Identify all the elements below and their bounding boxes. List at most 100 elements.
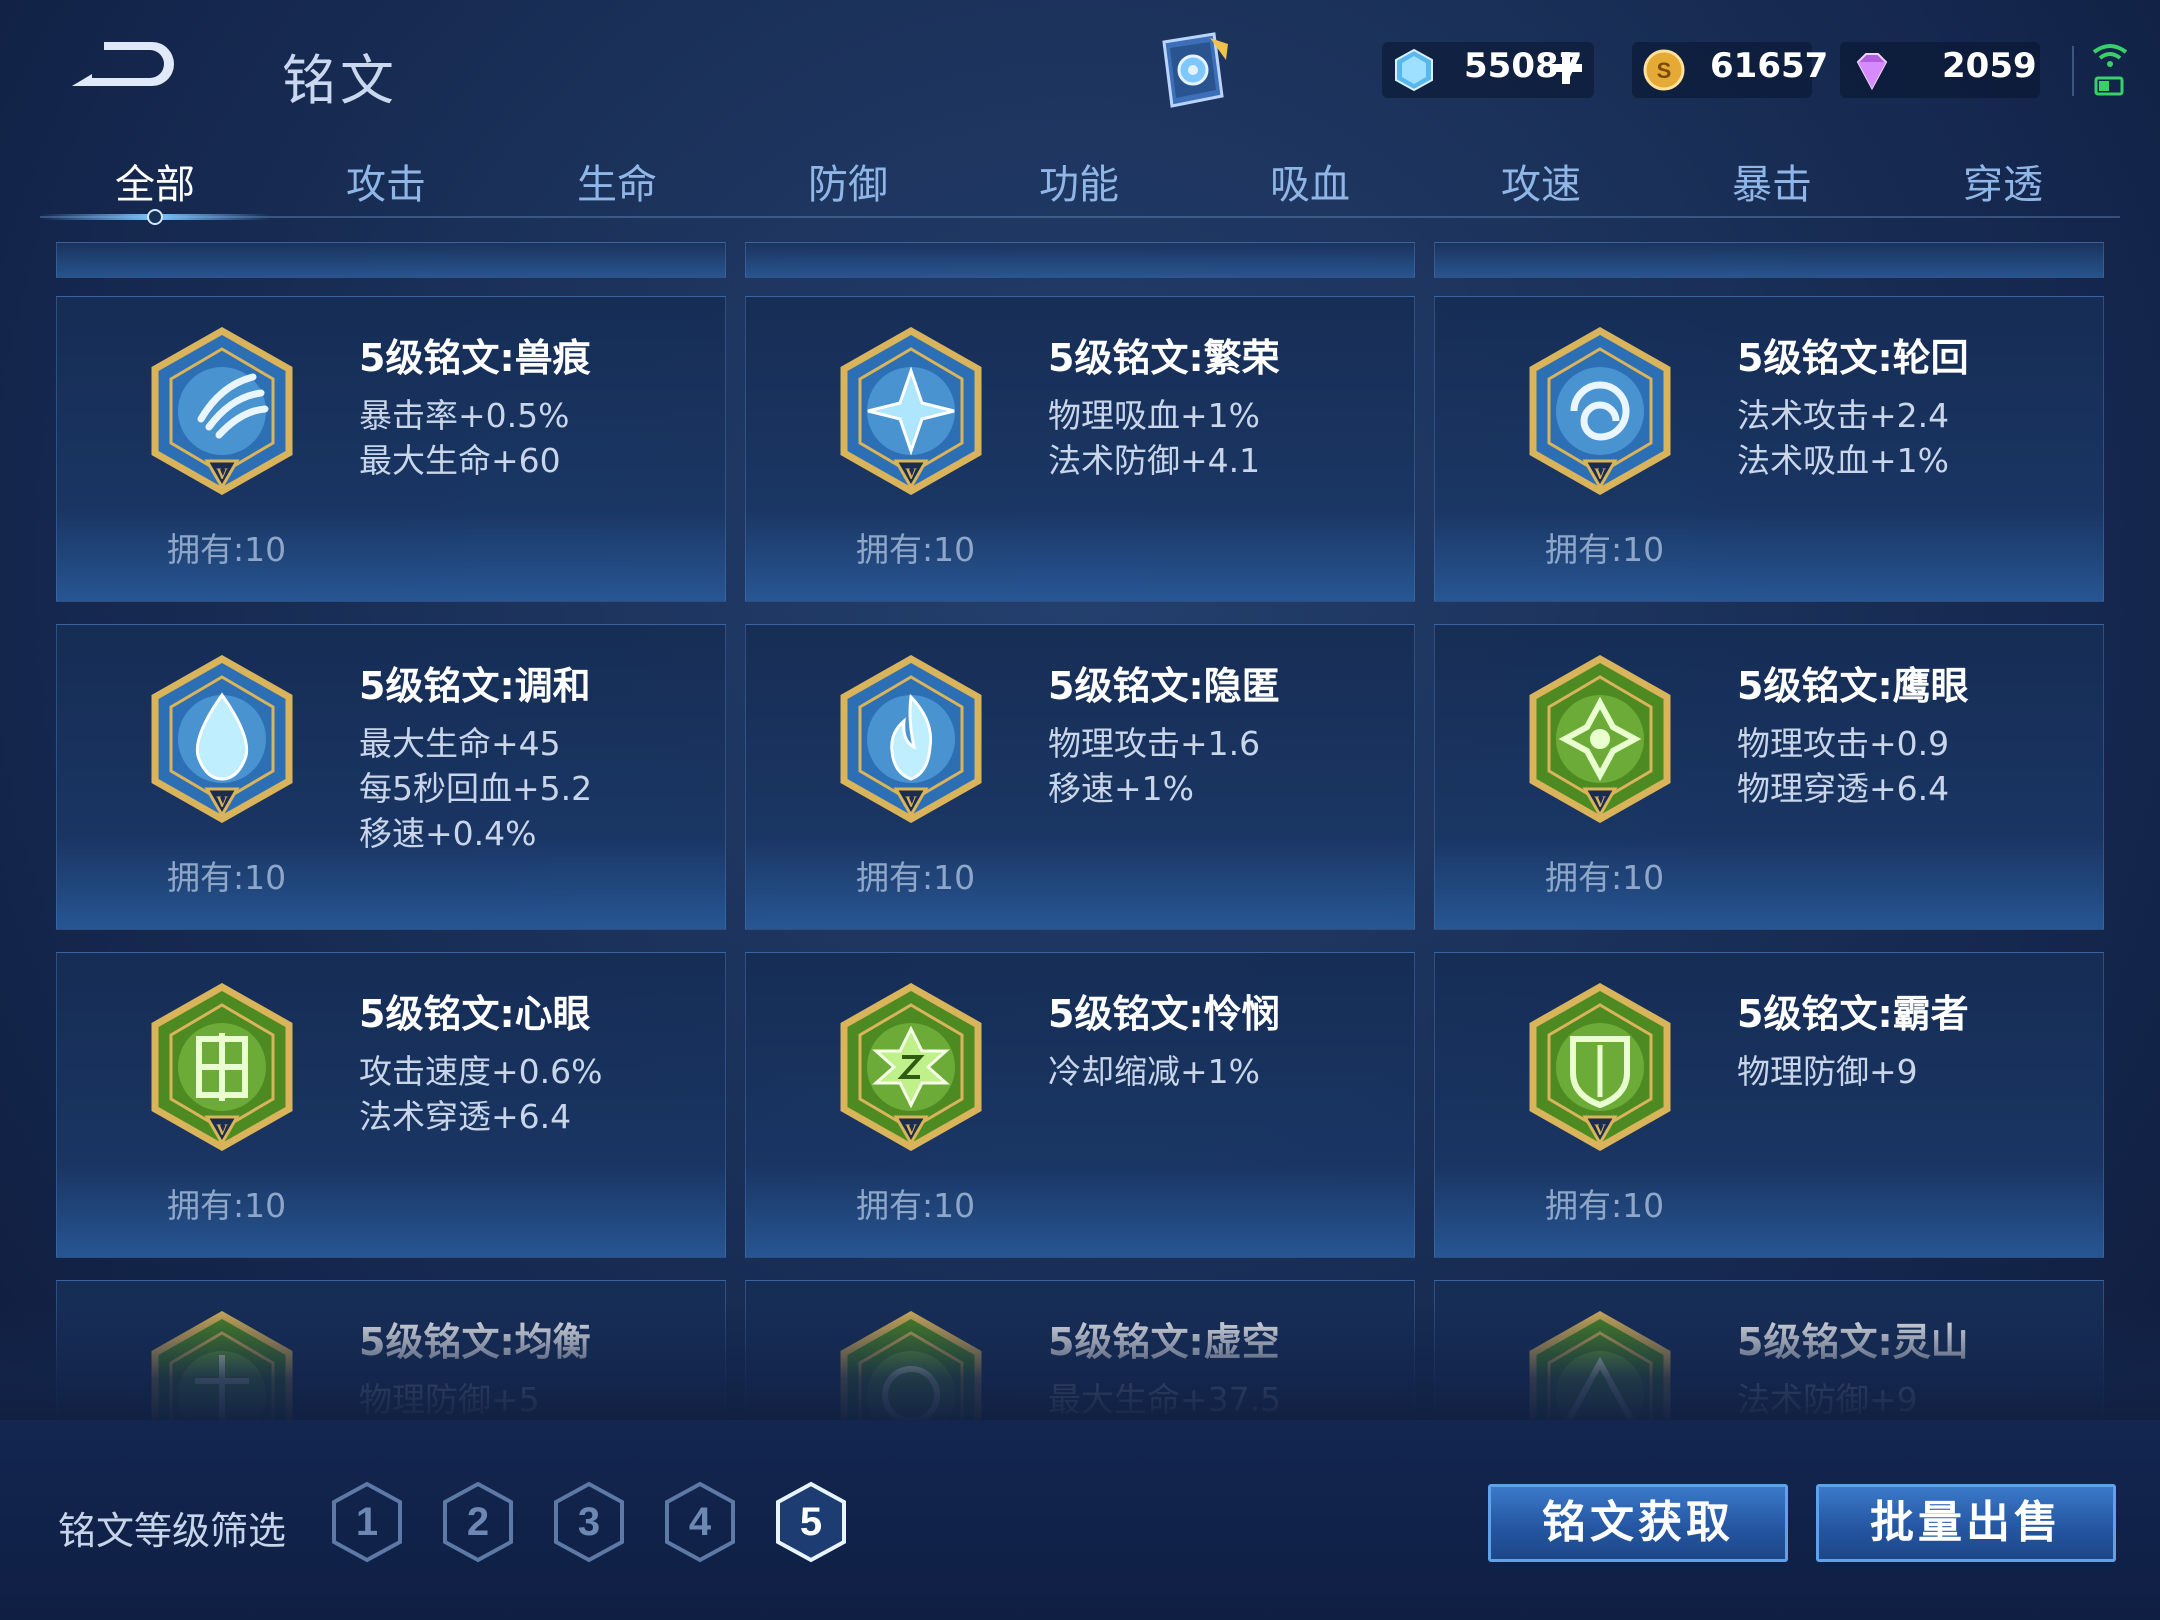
level-filter-4[interactable]: 4 — [663, 1480, 737, 1564]
inscription-attribute: 移速+1% — [1048, 769, 1195, 808]
inscription-card[interactable]: V 5级铭文:虚空最大生命+37.5 — [745, 1280, 1415, 1422]
inscription-name: 5级铭文:兽痕 — [359, 336, 591, 380]
inscription-attribute: 物理防御+9 — [1737, 1052, 1918, 1091]
level-number: 5 — [800, 1500, 822, 1544]
inscription-name: 5级铭文:均衡 — [359, 1320, 591, 1364]
inscription-card[interactable]: V 5级铭文:均衡物理防御+5 — [56, 1280, 726, 1422]
active-tab-dot — [147, 209, 163, 225]
inscription-grid[interactable]: V 5级铭文:兽痕 暴击率+0.5% 最大生命+60 拥有:10 V 5级铭文:繁荣 物理吸血… — [56, 242, 2106, 1422]
category-tabs: 全部 攻击 生命 防御 功能 吸血 攻速 暴击 穿透 — [40, 140, 2120, 225]
inscription-attribute: 移速+0.4% — [359, 814, 537, 853]
inscription-card[interactable]: V 5级铭文:兽痕 暴击率+0.5% 最大生命+60 拥有:10 — [56, 296, 726, 602]
svg-text:V: V — [216, 794, 228, 811]
inscription-attribute: 攻击速度+0.6% — [359, 1052, 603, 1091]
inscription-card[interactable]: V 5级铭文:霸者 物理防御+9 拥有:10 — [1434, 952, 2104, 1258]
mountain-icon: V — [1529, 1311, 1671, 1422]
inscription-card[interactable]: V 5级铭文:鹰眼 物理攻击+0.9 物理穿透+6.4 拥有:10 — [1434, 624, 2104, 930]
inscription-card[interactable]: V 5级铭文:轮回 法术攻击+2.4 法术吸血+1% 拥有:10 — [1434, 296, 2104, 602]
inscription-name: 5级铭文:繁荣 — [1048, 336, 1280, 380]
inscription-card[interactable]: V 5级铭文:繁荣 物理吸血+1% 法术防御+4.1 拥有:10 — [745, 296, 1415, 602]
inscription-name: 5级铭文:调和 — [359, 664, 591, 708]
hexagon-icon: 3 — [554, 1481, 624, 1563]
rune-glyph-icon: V — [151, 983, 293, 1151]
inscription-book-icon[interactable] — [1148, 30, 1234, 112]
partial-card — [1434, 242, 2104, 278]
level-filter-2[interactable]: 2 — [441, 1480, 515, 1564]
back-arrow-icon[interactable] — [66, 34, 178, 94]
level-filter-3[interactable]: 3 — [552, 1480, 626, 1564]
owned-count: 拥有:10 — [856, 858, 976, 897]
level-number: 2 — [467, 1500, 489, 1544]
inscription-name: 5级铭文:鹰眼 — [1737, 664, 1969, 708]
gold-count: 61657 — [1710, 46, 1829, 86]
shield-icon: V — [1529, 983, 1671, 1151]
hexagon-icon: 5 — [776, 1481, 846, 1563]
inscription-card[interactable]: V 5级铭文:调和 最大生命+45 每5秒回血+5.2 移速+0.4% 拥有:10 — [56, 624, 726, 930]
partial-card — [745, 242, 1415, 278]
partial-card — [56, 242, 726, 278]
inscription-attribute: 法术防御+9 — [1737, 1380, 1918, 1419]
divider — [2072, 46, 2074, 96]
inscription-card[interactable]: V 5级铭文:怜悯 冷却缩减+1% 拥有:10 — [745, 952, 1415, 1258]
tab-utility[interactable]: 功能 — [964, 152, 1194, 210]
inscription-attribute: 暴击率+0.5% — [359, 396, 570, 435]
tab-attack[interactable]: 攻击 — [271, 152, 501, 210]
inscription-card[interactable]: V 5级铭文:隐匿 物理攻击+1.6 移速+1% 拥有:10 — [745, 624, 1415, 930]
svg-text:V: V — [216, 466, 228, 483]
currency-gem: 2059 — [1840, 42, 2040, 98]
top-bar: 铭文 55087 S 61657 2059 — [0, 0, 2160, 140]
svg-text:V: V — [216, 1122, 228, 1139]
diamond-crystal-icon — [1395, 48, 1433, 92]
obtain-inscription-button[interactable]: 铭文获取 — [1488, 1484, 1788, 1562]
bulk-sell-button[interactable]: 批量出售 — [1816, 1484, 2116, 1562]
plus-icon[interactable] — [1546, 48, 1586, 88]
svg-text:S: S — [1657, 58, 1672, 83]
svg-text:V: V — [905, 794, 917, 811]
tab-lifesteal[interactable]: 吸血 — [1195, 152, 1425, 210]
inscription-name: 5级铭文:虚空 — [1048, 1320, 1280, 1364]
tab-all[interactable]: 全部 — [40, 152, 270, 210]
hourglass-star-icon: V — [840, 983, 982, 1151]
svg-text:V: V — [905, 466, 917, 483]
inscription-name: 5级铭文:轮回 — [1737, 336, 1969, 380]
inscription-name: 5级铭文:心眼 — [359, 992, 591, 1036]
purple-gem-icon — [1856, 53, 1888, 91]
level-number: 1 — [356, 1500, 378, 1544]
inscription-name: 5级铭文:灵山 — [1737, 1320, 1969, 1364]
balance-icon: V — [151, 1311, 293, 1422]
inscription-attribute: 物理穿透+6.4 — [1737, 769, 1950, 808]
owned-count: 拥有:10 — [1545, 1186, 1665, 1225]
owned-count: 拥有:10 — [856, 1186, 976, 1225]
wifi-battery-icon — [2092, 44, 2128, 96]
flame-icon: V — [840, 655, 982, 823]
inscription-attribute: 最大生命+45 — [359, 724, 561, 763]
tab-critical[interactable]: 暴击 — [1657, 152, 1887, 210]
hexagon-icon: 1 — [332, 1481, 402, 1563]
owned-count: 拥有:10 — [167, 858, 287, 897]
svg-text:V: V — [1594, 794, 1606, 811]
page-title: 铭文 — [282, 49, 398, 112]
tab-health[interactable]: 生命 — [502, 152, 732, 210]
tab-penetration[interactable]: 穿透 — [1888, 152, 2118, 210]
hexagon-icon: 4 — [665, 1481, 735, 1563]
inscription-card[interactable]: V 5级铭文:心眼 攻击速度+0.6% 法术穿透+6.4 拥有:10 — [56, 952, 726, 1258]
inscription-attribute: 物理攻击+1.6 — [1048, 724, 1261, 763]
inscription-attribute: 最大生命+37.5 — [1048, 1380, 1282, 1419]
inscription-attribute: 法术吸血+1% — [1737, 441, 1950, 480]
tab-attack-speed[interactable]: 攻速 — [1426, 152, 1656, 210]
inscription-card[interactable]: V 5级铭文:灵山法术防御+9 — [1434, 1280, 2104, 1422]
svg-text:V: V — [1594, 466, 1606, 483]
level-filter-5[interactable]: 5 — [774, 1480, 848, 1564]
void-icon: V — [840, 1311, 982, 1422]
water-drop-icon: V — [151, 655, 293, 823]
currency-diamond: 55087 — [1382, 42, 1594, 98]
tab-underline — [40, 216, 2120, 218]
owned-count: 拥有:10 — [1545, 858, 1665, 897]
owned-count: 拥有:10 — [167, 530, 287, 569]
crosshair-icon: V — [1529, 655, 1671, 823]
level-number: 3 — [578, 1500, 600, 1544]
gold-coin-icon: S — [1643, 49, 1685, 91]
swirl-icon: V — [1529, 327, 1671, 495]
level-filter-1[interactable]: 1 — [330, 1480, 404, 1564]
tab-defense[interactable]: 防御 — [733, 152, 963, 210]
